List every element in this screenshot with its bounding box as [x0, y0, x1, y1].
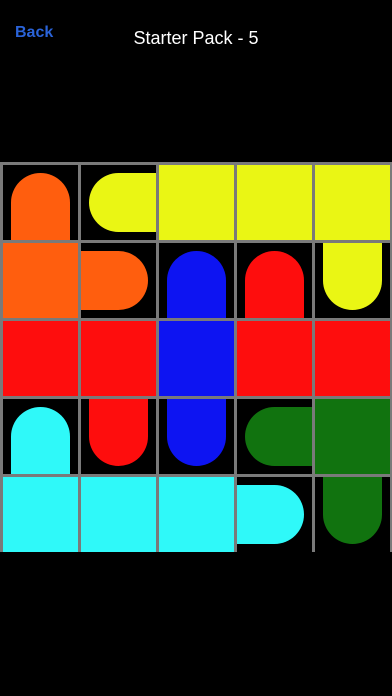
- yellow-pipe-end: [89, 173, 156, 232]
- orange-pipe-end: [11, 173, 70, 240]
- game-board: [0, 162, 392, 552]
- board-cell[interactable]: [159, 165, 234, 240]
- board-cell[interactable]: [237, 399, 312, 474]
- cyan-pipe-end: [11, 407, 70, 474]
- red-pipe-end: [245, 251, 304, 318]
- board-cell[interactable]: [237, 477, 312, 552]
- board-cell[interactable]: [315, 477, 390, 552]
- cyan-pipe-end: [237, 485, 304, 544]
- orange-pipe-end: [81, 251, 148, 310]
- board-cell[interactable]: [237, 321, 312, 396]
- page-title: Starter Pack - 5: [133, 28, 259, 48]
- board-cell[interactable]: [81, 243, 156, 318]
- red-pipe-end: [89, 399, 148, 466]
- board-cell[interactable]: [159, 321, 234, 396]
- board-cell[interactable]: [315, 243, 390, 318]
- board-cell[interactable]: [3, 321, 78, 396]
- blue-pipe-end: [167, 399, 226, 466]
- board-cell[interactable]: [81, 321, 156, 396]
- board-cell[interactable]: [315, 165, 390, 240]
- green-pipe-end: [245, 407, 312, 466]
- board-cell[interactable]: [3, 477, 78, 552]
- board-cell[interactable]: [81, 399, 156, 474]
- board-cell[interactable]: [3, 243, 78, 318]
- board-cell[interactable]: [159, 477, 234, 552]
- board-cell[interactable]: [315, 321, 390, 396]
- board-cell[interactable]: [237, 243, 312, 318]
- board-cell[interactable]: [315, 399, 390, 474]
- yellow-pipe-end: [323, 243, 382, 310]
- board-cell[interactable]: [159, 399, 234, 474]
- board-cell[interactable]: [159, 243, 234, 318]
- blue-pipe-end: [167, 251, 226, 318]
- green-pipe-end: [323, 477, 382, 544]
- board-cell[interactable]: [3, 399, 78, 474]
- board-cell[interactable]: [81, 477, 156, 552]
- board-cell[interactable]: [81, 165, 156, 240]
- board-cell[interactable]: [237, 165, 312, 240]
- board-cell[interactable]: [3, 165, 78, 240]
